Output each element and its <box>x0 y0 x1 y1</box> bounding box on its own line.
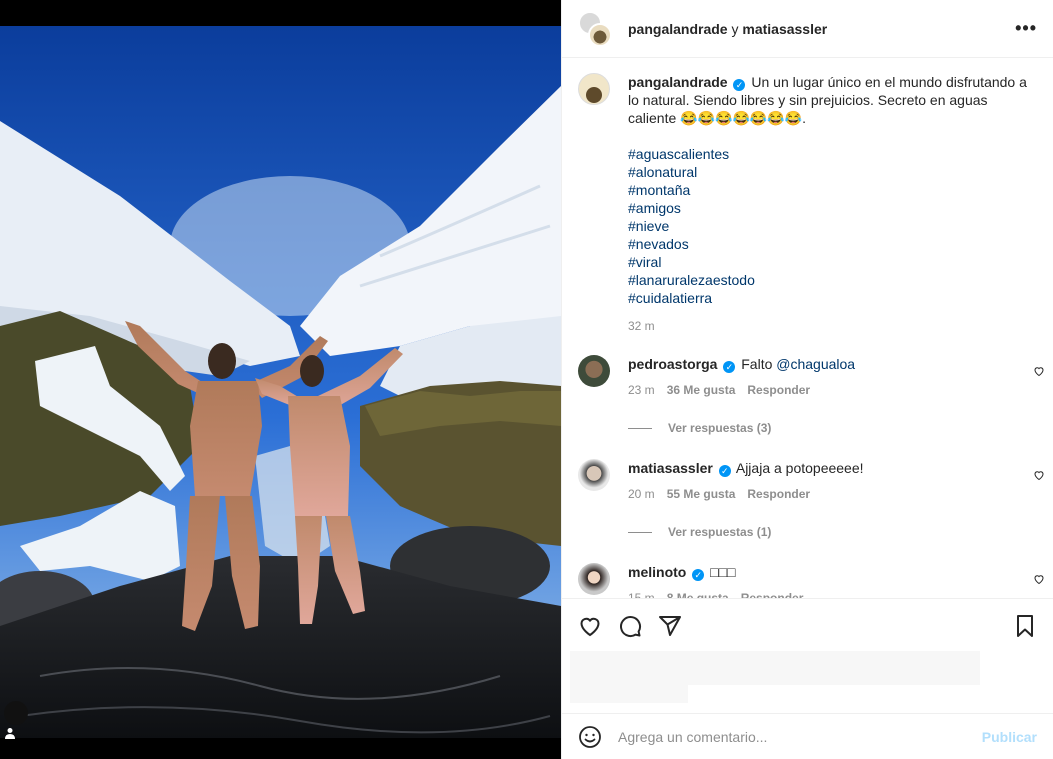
avatar-pangalandrade <box>588 22 612 47</box>
post-header: pangalandrade y matiasassler ••• <box>562 0 1053 58</box>
comment-likes[interactable]: 8 Me gusta <box>667 589 729 598</box>
comment-likes[interactable]: 36 Me gusta <box>667 381 736 399</box>
hashtag-link[interactable]: #nieve <box>628 217 1037 235</box>
comment-item: matiasassler ✓ Ajjaja a potopeeeee! 20 m… <box>562 459 1053 503</box>
hashtag-link[interactable]: #cuidalatierra <box>628 289 1037 307</box>
comment-input[interactable] <box>618 728 982 745</box>
hashtag-link[interactable]: #montaña <box>628 181 1037 199</box>
comment-item: pedroastorga ✓ Falto @chagualoa 23 m 36 … <box>562 355 1053 399</box>
verified-badge-icon: ✓ <box>723 361 736 373</box>
save-button[interactable] <box>1013 614 1037 638</box>
comment-button[interactable] <box>618 614 642 638</box>
comment-item: melinoto ✓ □□□ 15 m 8 Me gusta Responder <box>562 563 1053 598</box>
collab-names: pangalandrade y matiasassler <box>628 21 827 37</box>
divider <box>628 531 652 533</box>
reply-button[interactable]: Responder <box>741 589 804 598</box>
add-comment-bar: Publicar <box>562 713 1053 759</box>
view-replies-label: Ver respuestas (3) <box>668 421 772 435</box>
hashtag-link[interactable]: #nevados <box>628 235 1037 253</box>
comment-username[interactable]: melinoto <box>628 564 686 580</box>
avatar[interactable] <box>578 355 610 387</box>
avatar[interactable] <box>578 73 610 105</box>
collab-avatars[interactable] <box>578 10 614 47</box>
view-replies-button[interactable]: Ver respuestas (1) <box>628 525 1053 539</box>
view-replies-label: Ver respuestas (1) <box>668 525 772 539</box>
emoji-icon <box>579 725 601 748</box>
post-action-bar <box>562 598 1053 652</box>
comment-text: Ajjaja a potopeeeee! <box>735 460 864 476</box>
heart-icon <box>580 617 600 636</box>
share-button[interactable] <box>658 614 682 638</box>
header-separator: y <box>731 20 739 37</box>
verified-badge-icon: ✓ <box>692 569 705 581</box>
comment-username[interactable]: pedroastorga <box>628 356 717 372</box>
caption-timestamp: 32 m <box>628 319 655 333</box>
caption: pangalandrade ✓ Un un lugar único en el … <box>562 59 1053 335</box>
hashtag-link[interactable]: #viral <box>628 253 1037 271</box>
header-user1[interactable]: pangalandrade <box>628 21 728 37</box>
likes-summary-placeholder <box>570 685 688 703</box>
comment-timestamp: 15 m <box>628 591 655 598</box>
more-options-button[interactable]: ••• <box>1015 18 1037 39</box>
hashtag-list: #aguascalientes #alonatural #montaña #am… <box>628 145 1037 307</box>
hashtag-link[interactable]: #lanaruralezaestodo <box>628 271 1037 289</box>
avatar[interactable] <box>578 459 610 491</box>
verified-badge-icon: ✓ <box>718 465 731 477</box>
comment-mention[interactable]: @chagualoa <box>776 356 855 372</box>
comment-username[interactable]: matiasassler <box>628 460 713 476</box>
user-tag-button[interactable] <box>4 701 28 739</box>
divider <box>628 427 652 429</box>
verified-badge-icon: ✓ <box>733 79 746 91</box>
emoji-button[interactable] <box>578 725 602 749</box>
comment-text: Falto <box>741 356 777 372</box>
reply-button[interactable]: Responder <box>747 381 810 399</box>
comment-text: □□□ <box>710 564 736 580</box>
post-side-panel: pangalandrade y matiasassler ••• pangala… <box>561 0 1053 759</box>
heart-icon[interactable] <box>1033 573 1045 585</box>
likes-summary-placeholder <box>570 651 980 685</box>
header-user2[interactable]: matiasassler <box>742 21 827 37</box>
hashtag-link[interactable]: #alonatural <box>628 163 1037 181</box>
comments-scroll-area[interactable]: pangalandrade ✓ Un un lugar único en el … <box>562 59 1053 598</box>
view-replies-button[interactable]: Ver respuestas (3) <box>628 421 1053 435</box>
reply-button[interactable]: Responder <box>747 485 810 503</box>
bookmark-icon <box>1017 614 1033 637</box>
hashtag-link[interactable]: #aguascalientes <box>628 145 1037 163</box>
caption-username[interactable]: pangalandrade <box>628 74 728 90</box>
publish-button[interactable]: Publicar <box>982 729 1037 745</box>
comment-icon <box>620 615 642 637</box>
hashtag-link[interactable]: #amigos <box>628 199 1037 217</box>
comment-timestamp: 23 m <box>628 383 655 397</box>
comment-timestamp: 20 m <box>628 487 655 501</box>
heart-icon[interactable] <box>1033 469 1045 481</box>
post-photo-pane <box>0 0 561 759</box>
comment-likes[interactable]: 55 Me gusta <box>667 485 736 503</box>
avatar[interactable] <box>578 563 610 595</box>
user-tag-icon <box>5 728 15 739</box>
paper-plane-icon <box>659 615 681 636</box>
heart-icon[interactable] <box>1033 365 1045 377</box>
post-photo[interactable] <box>0 26 561 738</box>
like-button[interactable] <box>578 614 602 638</box>
more-dots-icon: ••• <box>1015 18 1037 38</box>
